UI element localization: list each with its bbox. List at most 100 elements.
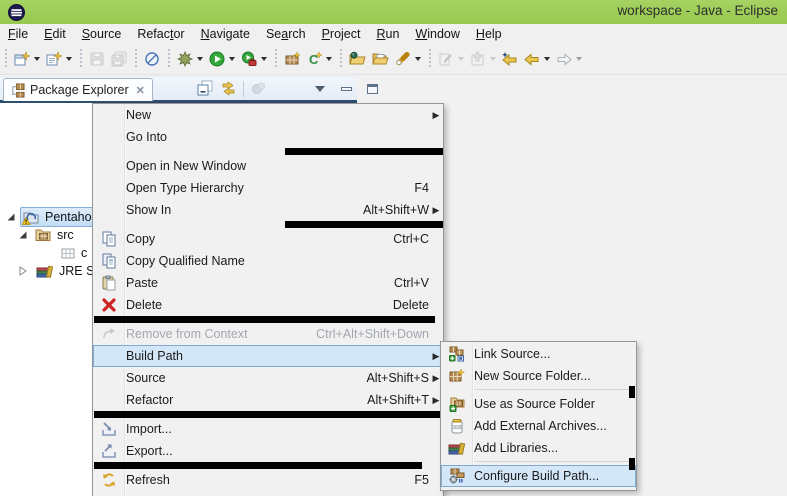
link-with-editor-icon[interactable] [220, 80, 237, 97]
expander-expanded-icon[interactable] [18, 230, 28, 240]
menu-item-refresh[interactable]: Refresh F5 [93, 469, 443, 491]
dropdown-caret-icon[interactable] [34, 57, 40, 61]
menu-item-go-into[interactable]: Go Into [93, 126, 443, 148]
back-icon[interactable] [521, 46, 553, 72]
minimize-icon[interactable] [341, 86, 352, 91]
menu-item-show-in[interactable]: Show In Alt+Shift+W ▶ [93, 199, 443, 221]
menu-item-source[interactable]: Source Alt+Shift+S ▶ [93, 367, 443, 389]
menu-item-label: Add External Archives... [474, 419, 607, 433]
titlebar: workspace - Java - Eclipse [0, 0, 787, 24]
paste-icon [93, 275, 124, 291]
dropdown-caret-icon[interactable] [197, 57, 203, 61]
debug-icon[interactable] [174, 46, 206, 72]
toolbar-grip [80, 49, 82, 69]
dropdown-caret-icon[interactable] [326, 57, 332, 61]
menubar-item-source[interactable]: Source [74, 24, 130, 44]
dropdown-caret-icon[interactable] [490, 57, 496, 61]
menu-item-shortcut: Ctrl+V [393, 276, 429, 290]
run-icon[interactable] [206, 46, 238, 72]
expander-expanded-icon[interactable] [6, 212, 16, 222]
context-menu: New ▶ Go Into Open in New Window Open Ty… [92, 103, 444, 496]
menu-item-remove-from-context[interactable]: Remove from Context Ctrl+Alt+Shift+Down [93, 323, 443, 345]
menubar-item-refactor[interactable]: Refactor [129, 24, 192, 44]
tree-item-label: src [57, 228, 74, 242]
submenu-item-link-source[interactable]: Link Source... [441, 343, 636, 365]
dropdown-caret-icon[interactable] [229, 57, 235, 61]
menu-item-open-in-new-window[interactable]: Open in New Window [93, 155, 443, 177]
open-resource-icon[interactable] [369, 46, 392, 72]
dropdown-caret-icon[interactable] [415, 57, 421, 61]
eclipse-logo-icon [8, 3, 25, 21]
submenu-item-add-libraries[interactable]: Add Libraries... [441, 437, 636, 459]
menubar-item-project[interactable]: Project [314, 24, 369, 44]
tab-label: Package Explorer [30, 83, 129, 97]
submenu-item-add-external-archives[interactable]: 010 Add External Archives... [441, 415, 636, 437]
expander-collapsed-icon[interactable] [18, 266, 28, 276]
mark-occurrences-icon[interactable] [392, 46, 424, 72]
submenu-item-use-as-source-folder[interactable]: Use as Source Folder [441, 393, 636, 415]
view-toolbar-separator [243, 80, 244, 97]
menu-item-paste[interactable]: Paste Ctrl+V [93, 272, 443, 294]
menu-item-import[interactable]: Import... [93, 418, 443, 440]
new-java-wizard-icon[interactable] [43, 46, 75, 72]
menubar-item-edit[interactable]: Edit [36, 24, 74, 44]
forward-icon[interactable] [553, 46, 585, 72]
maximize-icon[interactable] [367, 83, 378, 94]
menu-item-refactor[interactable]: Refactor Alt+Shift+T ▶ [93, 389, 443, 411]
menu-item-export[interactable]: Export... [93, 440, 443, 462]
menu-item-shortcut: F5 [414, 473, 429, 487]
menu-item-label: Go Into [126, 130, 167, 144]
toolbar: C [0, 44, 787, 75]
new-package-icon[interactable] [281, 46, 303, 72]
copy-icon [93, 231, 124, 247]
tree-item-package[interactable]: c [0, 244, 87, 262]
skip-breakpoints-icon[interactable] [141, 46, 163, 72]
dropdown-caret-icon[interactable] [576, 57, 582, 61]
submenu-item-configure-build-path[interactable]: Configure Build Path... [441, 465, 636, 487]
collapse-all-icon[interactable] [196, 80, 214, 97]
menubar-item-navigate[interactable]: Navigate [193, 24, 258, 44]
delete-icon [93, 298, 124, 312]
close-icon[interactable]: ✕ [136, 84, 145, 97]
last-edit-location-icon[interactable] [499, 46, 521, 72]
previous-annotation-icon[interactable] [467, 46, 499, 72]
dropdown-caret-icon[interactable] [66, 57, 72, 61]
external-tools-icon[interactable] [238, 46, 270, 72]
use-as-source-folder-icon [441, 396, 472, 412]
menu-item-open-type-hierarchy[interactable]: Open Type Hierarchy F4 [93, 177, 443, 199]
tree-item-src[interactable]: src [0, 226, 74, 244]
menubar-item-run[interactable]: Run [368, 24, 407, 44]
open-task-icon[interactable] [346, 46, 369, 72]
menubar-item-window[interactable]: Window [407, 24, 467, 44]
menubar-item-file[interactable]: File [0, 24, 36, 44]
menubar-item-search[interactable]: Search [258, 24, 314, 44]
tab-package-explorer[interactable]: Package Explorer ✕ [3, 78, 153, 101]
toolbar-grip [5, 49, 7, 69]
menu-item-copy-qualified-name[interactable]: Copy Qualified Name [93, 250, 443, 272]
tree-item-pentaho[interactable]: Pentaho [0, 208, 92, 226]
menu-item-new[interactable]: New ▶ [93, 104, 443, 126]
new-source-folder-icon [441, 368, 472, 384]
menu-item-label: Use as Source Folder [474, 397, 595, 411]
dropdown-caret-icon[interactable] [458, 57, 464, 61]
menu-item-shortcut: F4 [414, 181, 429, 195]
menu-item-label: Add Libraries... [474, 441, 559, 455]
redacted-region [93, 148, 443, 155]
menu-item-copy[interactable]: Copy Ctrl+C [93, 228, 443, 250]
tree-item-jre[interactable]: JRE S [0, 262, 94, 280]
submenu-item-new-source-folder[interactable]: New Source Folder... [441, 365, 636, 387]
menu-item-delete[interactable]: Delete Delete [93, 294, 443, 316]
dropdown-caret-icon[interactable] [261, 57, 267, 61]
next-annotation-icon[interactable] [435, 46, 467, 72]
view-menu-icon[interactable] [315, 85, 325, 92]
new-wizard-icon[interactable] [11, 46, 43, 72]
focus-task-icon[interactable] [250, 80, 267, 97]
save-icon[interactable] [86, 46, 108, 72]
menu-item-label: Import... [126, 422, 172, 436]
dropdown-caret-icon[interactable] [544, 57, 550, 61]
new-class-icon[interactable]: C [303, 46, 335, 72]
save-all-icon[interactable] [108, 46, 130, 72]
menu-item-build-path[interactable]: Build Path ▶ [93, 345, 443, 367]
menubar-item-help[interactable]: Help [468, 24, 510, 44]
build-path-submenu: Link Source... New Source Folder... Use … [440, 341, 637, 491]
